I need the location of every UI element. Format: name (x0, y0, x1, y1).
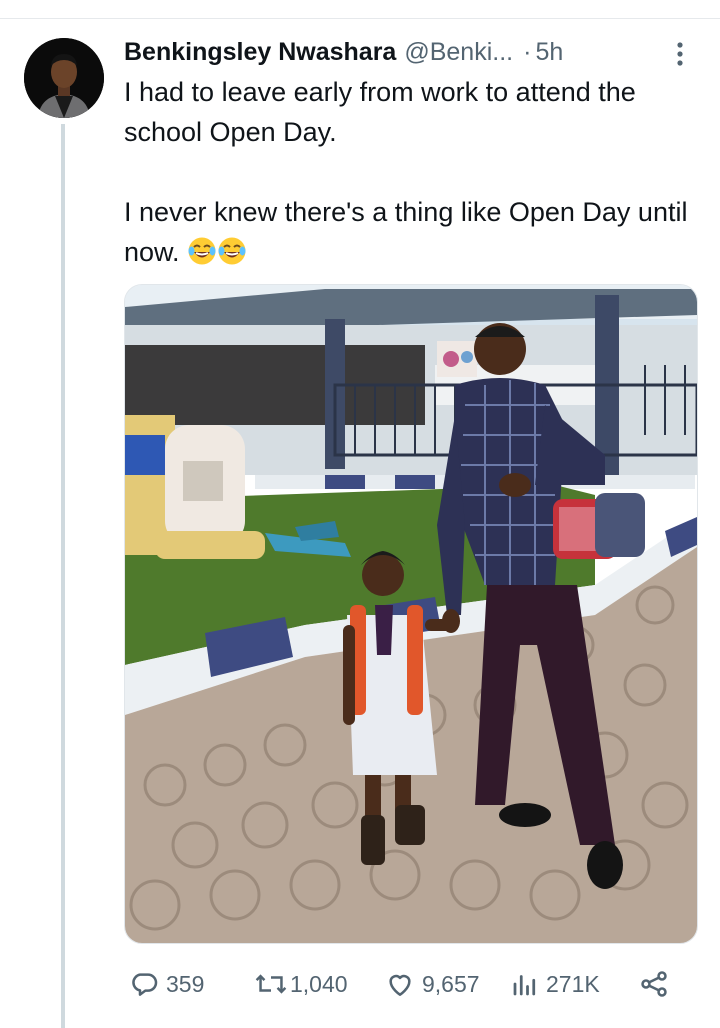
views-count: 271K (546, 970, 600, 997)
reply-button[interactable]: 359 (128, 962, 204, 1006)
more-vertical-icon[interactable] (668, 40, 692, 68)
time-separator: · (523, 37, 532, 66)
avatar-image (24, 38, 104, 118)
top-divider (0, 18, 720, 19)
views-chart-icon (510, 968, 540, 1000)
author-handle[interactable]: @Benki... (404, 38, 513, 67)
reply-count: 359 (166, 970, 205, 997)
like-button[interactable]: 9,657 (384, 962, 480, 1006)
thread-connector-line (61, 124, 65, 1028)
tweet-text: I had to leave early from work to attend… (124, 72, 704, 277)
retweet-button[interactable]: 1,040 (254, 962, 348, 1006)
author-name[interactable]: Benkingsley Nwashara (124, 38, 396, 67)
tweet-time[interactable]: 5h (535, 38, 563, 67)
tweet-photo[interactable] (124, 284, 698, 944)
photo-scene (125, 285, 697, 943)
tweet-actions: 359 1,040 9,657 271K (124, 962, 704, 1006)
tweet-text-paragraph-1: I had to leave early from work to attend… (124, 77, 636, 147)
joy-emoji (187, 236, 217, 277)
share-icon (638, 968, 670, 1000)
joy-emoji (217, 236, 247, 277)
retweet-icon (254, 968, 288, 1000)
profile-avatar[interactable] (24, 38, 104, 118)
heart-icon (384, 968, 416, 1000)
views-button[interactable]: 271K (510, 962, 600, 1006)
reply-icon (128, 968, 160, 1000)
like-count: 9,657 (422, 970, 480, 997)
tweet-header: Benkingsley Nwashara @Benki... · 5h (124, 34, 704, 70)
retweet-count: 1,040 (290, 970, 348, 997)
share-button[interactable] (638, 962, 670, 1006)
tweet-text-paragraph-2: I never knew there's a thing like Open D… (124, 192, 704, 277)
